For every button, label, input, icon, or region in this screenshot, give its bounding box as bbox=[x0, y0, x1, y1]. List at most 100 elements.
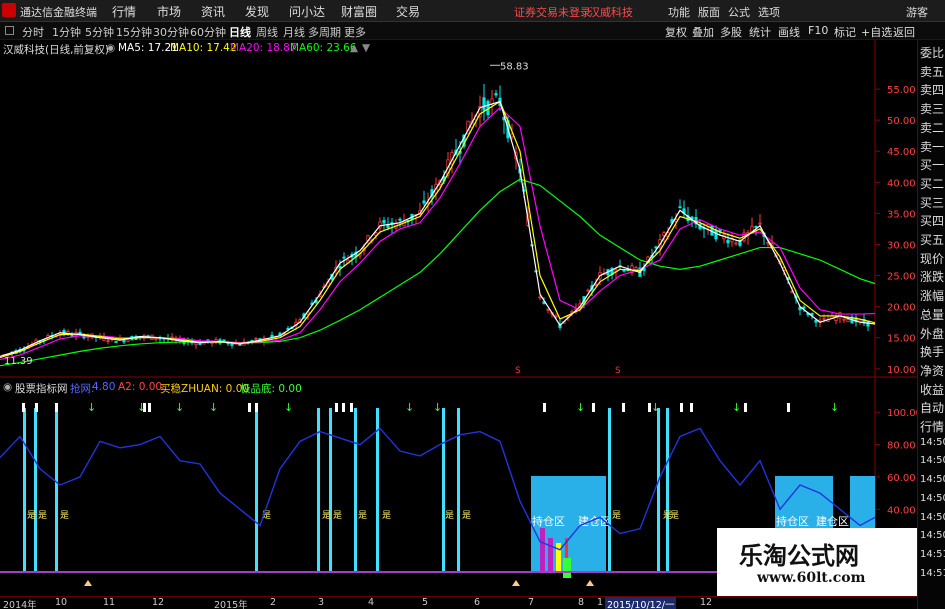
price-tick-label: 25.00 bbox=[887, 272, 916, 283]
period-more[interactable]: 更多 bbox=[344, 24, 366, 40]
candle-body bbox=[494, 93, 498, 96]
down-arrow-icon: ↓ bbox=[830, 401, 839, 414]
period-15min[interactable]: 15分钟 bbox=[116, 24, 152, 40]
candle-body bbox=[758, 222, 762, 225]
login-notice[interactable]: 证券交易未登录 bbox=[514, 4, 591, 20]
menu-shichang[interactable]: 市场 bbox=[157, 3, 181, 20]
menu-hangqing[interactable]: 行情 bbox=[112, 3, 136, 20]
time-label: 2 bbox=[270, 597, 277, 608]
bar-marker: 是 bbox=[670, 510, 679, 521]
checkbox-icon[interactable] bbox=[5, 26, 14, 35]
candle-body bbox=[538, 296, 542, 299]
candle-body bbox=[114, 341, 118, 343]
period-5min[interactable]: 5分钟 bbox=[85, 24, 114, 40]
menu-banmian[interactable]: 版面 bbox=[698, 4, 720, 20]
candle-body bbox=[194, 342, 198, 346]
time-label: 12 bbox=[700, 597, 713, 608]
bar-marker: 是 bbox=[27, 510, 36, 521]
menu-gongshi[interactable]: 公式 bbox=[728, 4, 750, 20]
tongji-button[interactable]: 统计 bbox=[749, 24, 771, 40]
candle-body bbox=[78, 331, 82, 334]
guest-label[interactable]: 游客 bbox=[906, 4, 928, 20]
menu-jiaoyi[interactable]: 交易 bbox=[396, 3, 420, 20]
period-multi[interactable]: 多周期 bbox=[308, 24, 341, 40]
hold-zone-label: 持仓区 bbox=[776, 514, 809, 528]
indicator-a2: A2: 0.00 bbox=[118, 381, 163, 393]
indicator-info-line: ◉ 股票指标网 抢网: 4.80 A2: 0.00 买稳ZHUAN: 0.00 … bbox=[0, 380, 875, 395]
side-panel-item: 14:50 bbox=[920, 436, 945, 448]
period-monthly[interactable]: 月线 bbox=[283, 24, 305, 40]
side-panel-item: 净资 bbox=[920, 363, 945, 378]
side-panel-item: 买一 bbox=[920, 158, 945, 173]
top-tick bbox=[543, 403, 546, 412]
signal-bar bbox=[34, 408, 37, 572]
settings-gear-icon[interactable]: ◉ bbox=[106, 42, 115, 54]
side-panel-item: 涨跌 bbox=[920, 270, 945, 285]
period-daily[interactable]: 日线 bbox=[229, 24, 251, 40]
zone-bar-yellow bbox=[556, 543, 561, 572]
diejia-button[interactable]: 叠加 bbox=[692, 24, 714, 40]
duogu-button[interactable]: 多股 bbox=[720, 24, 742, 40]
indicator-tick-label: 40.00 bbox=[887, 505, 916, 516]
bar-marker: 是 bbox=[445, 510, 454, 521]
top-tick bbox=[622, 403, 625, 412]
time-label: 11 bbox=[103, 597, 116, 608]
time-label: 2015年 bbox=[214, 600, 248, 609]
main-kline-chart[interactable]: 10.00 15.00 20.00 25.00 30.00 35.00 40.00 45.00… bbox=[0, 40, 917, 378]
menu-zixun[interactable]: 资讯 bbox=[201, 3, 225, 20]
huaxian-button[interactable]: 画线 bbox=[778, 24, 800, 40]
down-arrow-icon: ↓ bbox=[405, 401, 414, 414]
back-button[interactable]: 返回 bbox=[893, 24, 915, 40]
indicator-diji: 极品底: 0.00 bbox=[240, 383, 302, 395]
price-tick-label: 10.00 bbox=[887, 365, 916, 376]
menu-wenxiaoda[interactable]: 问小达 bbox=[289, 3, 325, 20]
side-panel-item: 委比 bbox=[920, 46, 945, 60]
chevron-down-icon[interactable]: ▼ bbox=[362, 42, 370, 54]
candle-body bbox=[422, 200, 426, 204]
side-panel-item: 涨幅 bbox=[920, 289, 945, 304]
time-axis: 2014年 10 11 12 2015年 2 3 4 5 6 7 8 1 201… bbox=[0, 596, 917, 609]
time-label: 6 bbox=[474, 597, 481, 608]
signal-marker-s: S bbox=[515, 366, 521, 376]
indicator-tick-label: 100.00 bbox=[887, 408, 917, 419]
down-arrow-icon: ↓ bbox=[576, 401, 585, 414]
candle-body bbox=[106, 340, 110, 343]
side-panel-item: 行情 bbox=[920, 420, 945, 434]
price-tick-label: 30.00 bbox=[887, 240, 916, 251]
candle-body bbox=[70, 334, 74, 337]
top-tick bbox=[342, 403, 345, 412]
candle-body bbox=[634, 267, 638, 271]
menu-caifuquan[interactable]: 财富圈 bbox=[341, 3, 377, 20]
price-tick-label: 45.00 bbox=[887, 147, 916, 158]
top-tick bbox=[335, 403, 338, 412]
menu-xuanxiang[interactable]: 选项 bbox=[758, 4, 780, 20]
signal-bar bbox=[354, 408, 357, 572]
biaoji-button[interactable]: 标记 bbox=[834, 24, 856, 40]
watermark-title: 乐淘公式网 bbox=[739, 541, 859, 570]
chevron-up-icon[interactable]: ▲ bbox=[350, 42, 358, 54]
add-watchlist-button[interactable]: +自选 bbox=[861, 24, 892, 40]
candle-body bbox=[482, 97, 486, 111]
side-panel-item: 总量 bbox=[920, 307, 945, 322]
watermark-url: www.60lt.com bbox=[757, 570, 866, 586]
period-60min[interactable]: 60分钟 bbox=[190, 24, 226, 40]
indicator-gear-icon[interactable]: ◉ bbox=[3, 381, 12, 393]
f10-button[interactable]: F10 bbox=[808, 24, 828, 37]
menu-faxian[interactable]: 发现 bbox=[245, 3, 269, 20]
period-1min[interactable]: 1分钟 bbox=[52, 24, 81, 40]
menu-gongneng[interactable]: 功能 bbox=[668, 4, 690, 20]
cursor-date-label: 2015/10/12/一 bbox=[605, 597, 677, 609]
top-menubar: 通达信金融终端 行情 市场 资讯 发现 问小达 财富圈 交易 证券交易未登录 汉… bbox=[0, 0, 945, 22]
side-panel-item: 现价 bbox=[920, 251, 945, 266]
period-30min[interactable]: 30分钟 bbox=[153, 24, 189, 40]
low-price-label: 11.39 bbox=[4, 356, 33, 367]
down-arrow-icon: ↓ bbox=[433, 401, 442, 414]
hold-zone-label: 持仓区 bbox=[532, 514, 565, 528]
price-tick-label: 55.00 bbox=[887, 85, 916, 96]
chart-background bbox=[0, 40, 917, 378]
side-panel-item: 14:51 bbox=[920, 548, 945, 560]
period-fenshi[interactable]: 分时 bbox=[22, 24, 44, 40]
candle-body bbox=[230, 343, 234, 346]
period-weekly[interactable]: 周线 bbox=[256, 24, 278, 40]
fuquan-button[interactable]: 复权 bbox=[665, 24, 687, 40]
